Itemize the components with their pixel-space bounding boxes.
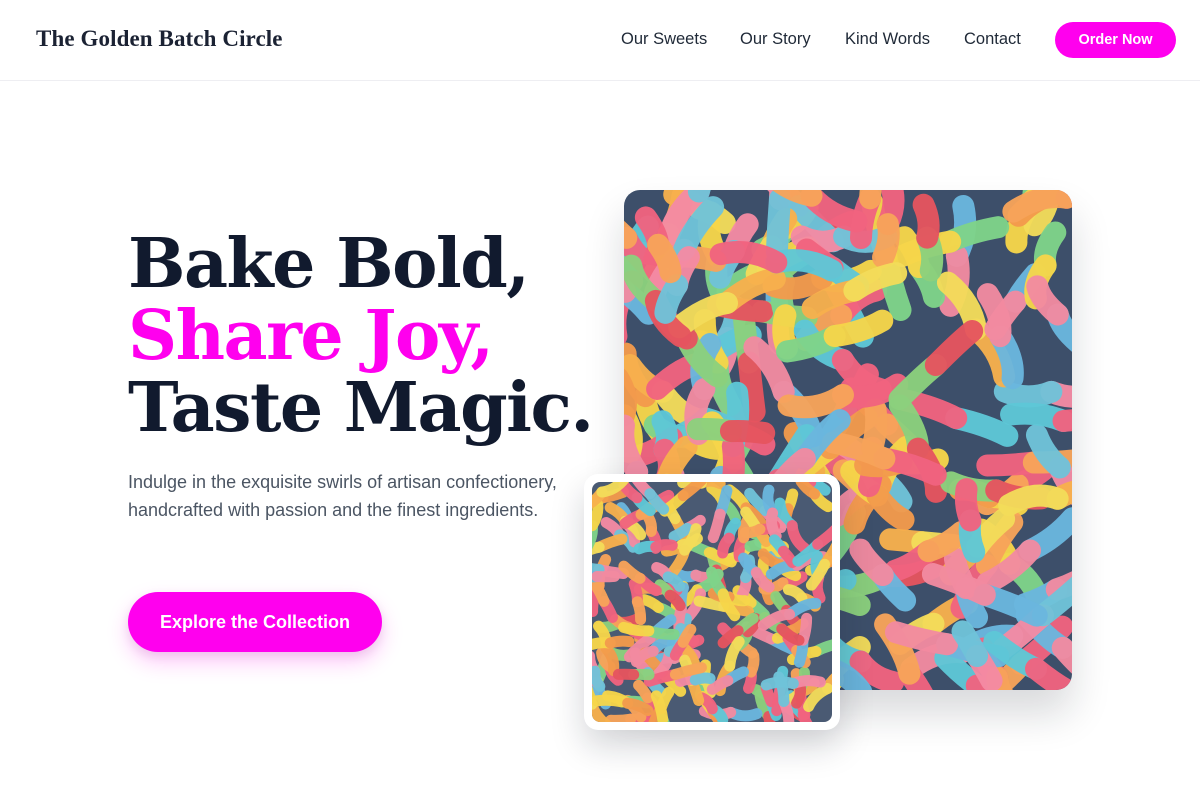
main-nav: Our Sweets Our Story Kind Words Contact bbox=[0, 30, 1200, 52]
site-header: The Golden Batch Circle Our Sweets Our S… bbox=[0, 0, 1200, 81]
nav-link-kind-words[interactable]: Kind Words bbox=[845, 30, 930, 49]
hero-title-line-2: Share Joy, bbox=[128, 296, 494, 376]
hero-title-line-3: Taste Magic. bbox=[128, 368, 594, 448]
order-now-button[interactable]: Order Now bbox=[1055, 22, 1176, 58]
hero-thumbnail-card bbox=[584, 474, 840, 730]
nav-link-our-sweets[interactable]: Our Sweets bbox=[621, 30, 707, 49]
nav-link-contact[interactable]: Contact bbox=[964, 30, 1021, 49]
explore-collection-button[interactable]: Explore the Collection bbox=[128, 592, 382, 652]
hero-description: Indulge in the exquisite swirls of artis… bbox=[128, 472, 557, 520]
hero-title: Bake Bold, Share Joy, Taste Magic. bbox=[128, 224, 594, 448]
nav-link-our-story[interactable]: Our Story bbox=[740, 30, 811, 49]
hero-title-line-1: Bake Bold, bbox=[128, 224, 530, 304]
gummy-worms-thumbnail-image bbox=[592, 482, 832, 722]
